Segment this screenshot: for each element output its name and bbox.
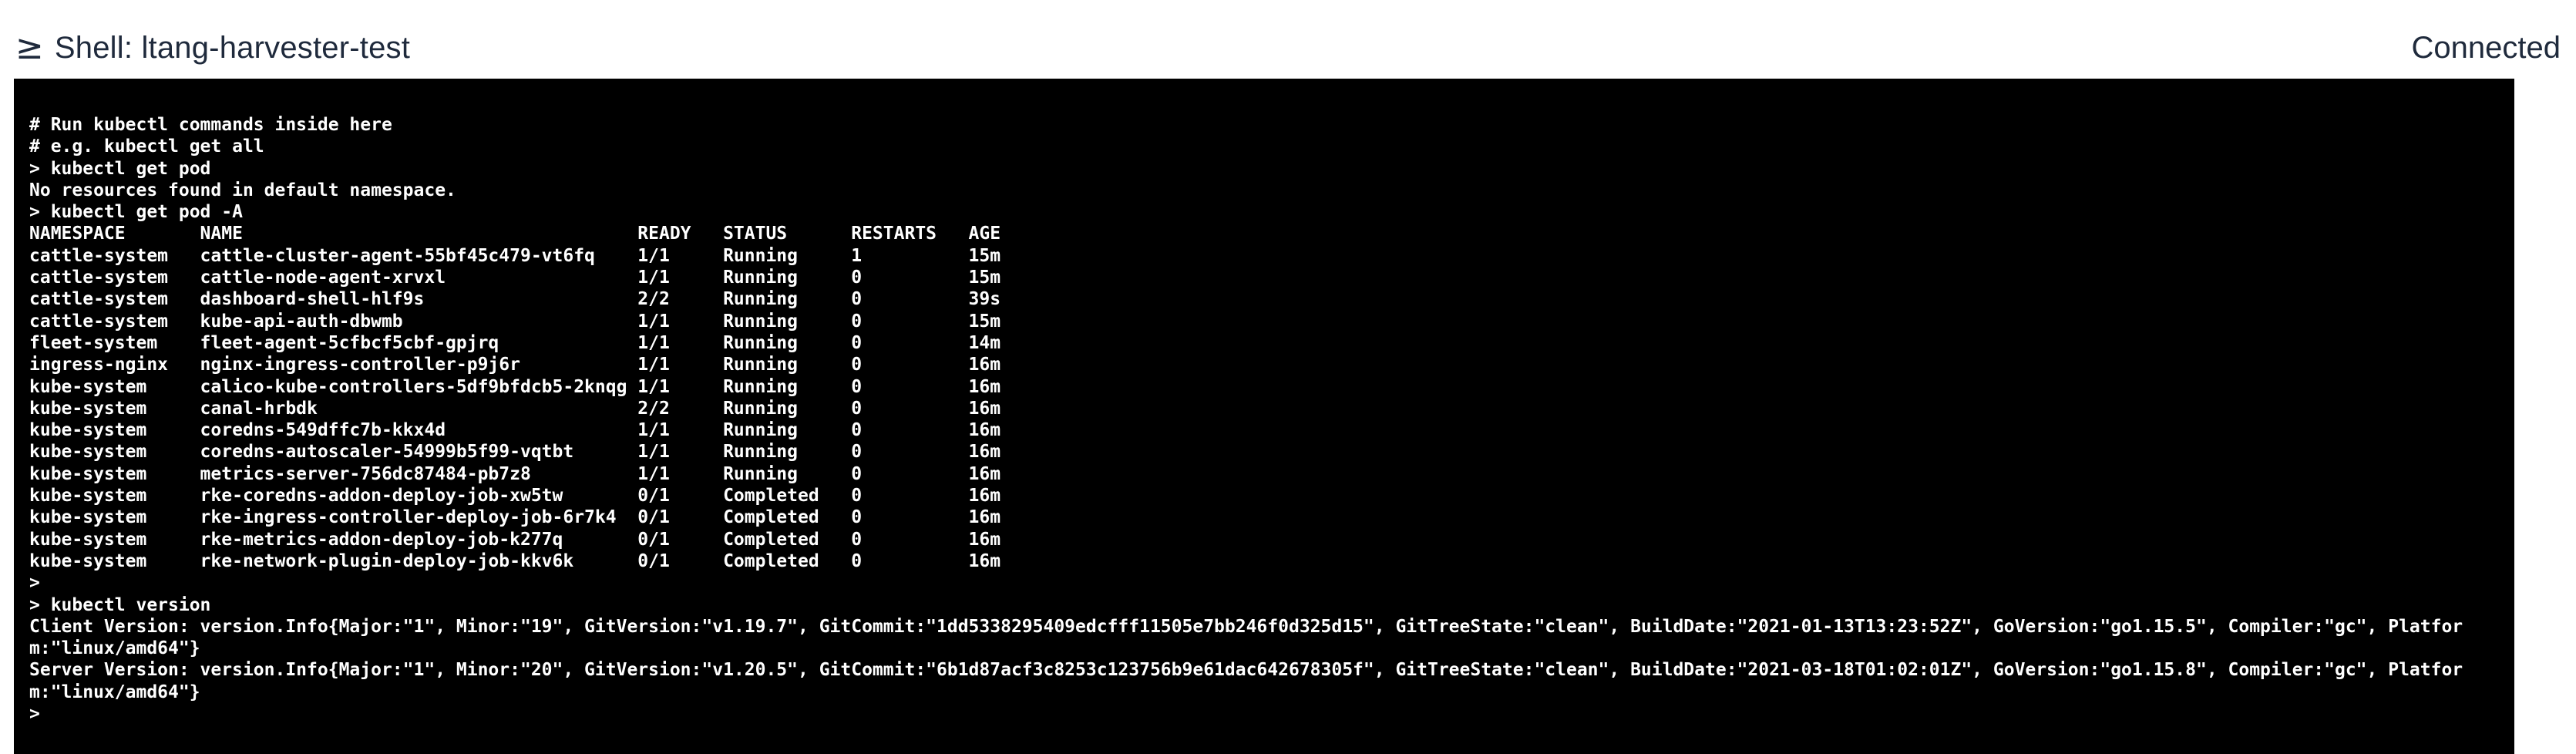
terminal-line: Client Version: version.Info{Major:"1", … <box>29 616 2463 637</box>
terminal-line: > kubectl version <box>29 594 211 615</box>
terminal-line: m:"linux/amd64"} <box>29 638 200 659</box>
terminal-line: cattle-system kube-api-auth-dbwmb 1/1 Ru… <box>29 311 1001 332</box>
terminal-line: m:"linux/amd64"} <box>29 682 200 702</box>
shell-title: Shell: ltang-harvester-test <box>54 31 411 65</box>
terminal-output: # Run kubectl commands inside here # e.g.… <box>29 114 2499 703</box>
terminal-cursor <box>40 705 50 724</box>
terminal-line: > <box>29 573 40 594</box>
terminal-line: NAMESPACE NAME READY STATUS RESTARTS AGE <box>29 224 1001 244</box>
terminal-line: kube-system coredns-549dffc7b-kkx4d 1/1 … <box>29 420 1001 441</box>
terminal-line: kube-system metrics-server-756dc87484-pb… <box>29 463 1001 484</box>
terminal-line: kube-system canal-hrbdk 2/2 Running 0 16… <box>29 398 1001 419</box>
terminal-line: cattle-system cattle-node-agent-xrvxl 1/… <box>29 268 1001 288</box>
terminal-line: kube-system calico-kube-controllers-5df9… <box>29 376 1001 397</box>
shell-window: ≥ Shell: ltang-harvester-test Connected … <box>0 0 2576 754</box>
terminal-line: cattle-system cattle-cluster-agent-55bf4… <box>29 245 1001 266</box>
terminal-line: cattle-system dashboard-shell-hlf9s 2/2 … <box>29 289 1001 310</box>
terminal-prompt[interactable]: > <box>29 703 2499 725</box>
terminal-line: > kubectl get pod <box>29 158 211 179</box>
terminal-line: # Run kubectl commands inside here <box>29 115 392 135</box>
shell-title-group: ≥ Shell: ltang-harvester-test <box>15 0 410 79</box>
prompt-symbol: > <box>29 704 40 725</box>
terminal-line: No resources found in default namespace. <box>29 180 456 200</box>
terminal-line: kube-system coredns-autoscaler-54999b5f9… <box>29 442 1001 463</box>
terminal-line: Server Version: version.Info{Major:"1", … <box>29 660 2463 681</box>
terminal-line: kube-system rke-metrics-addon-deploy-job… <box>29 529 1001 550</box>
terminal-viewport[interactable]: # Run kubectl commands inside here # e.g.… <box>14 79 2514 754</box>
terminal-line: fleet-system fleet-agent-5cfbcf5cbf-gpjr… <box>29 332 1001 353</box>
connection-status: Connected <box>2411 31 2561 65</box>
terminal-line: # e.g. kubectl get all <box>29 136 264 157</box>
terminal-line: kube-system rke-coredns-addon-deploy-job… <box>29 486 1001 507</box>
terminal-line: kube-system rke-ingress-controller-deplo… <box>29 507 1001 528</box>
terminal-line: > kubectl get pod -A <box>29 202 243 223</box>
shell-header: ≥ Shell: ltang-harvester-test Connected <box>15 0 2561 79</box>
terminal-line: kube-system rke-network-plugin-deploy-jo… <box>29 550 1001 571</box>
terminal-line: ingress-nginx nginx-ingress-controller-p… <box>29 355 1001 375</box>
terminal-prompt-icon: ≥ <box>15 28 44 67</box>
